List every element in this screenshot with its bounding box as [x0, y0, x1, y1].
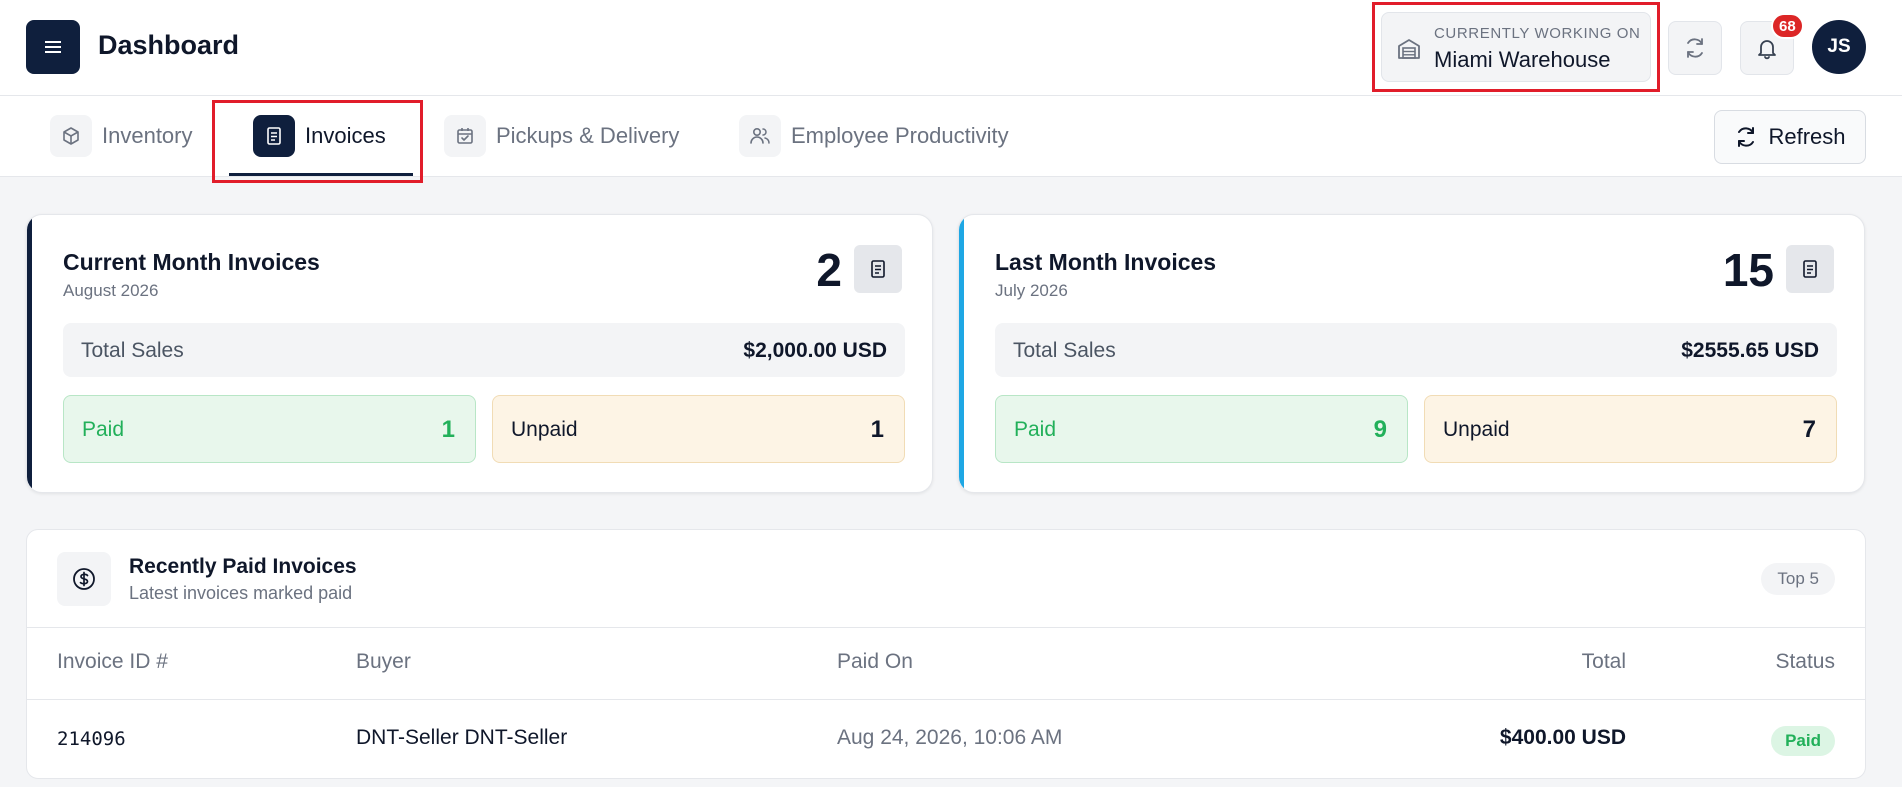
paid-count: 9: [1373, 416, 1387, 443]
paid-label: Paid: [82, 418, 125, 441]
header-divider: [27, 627, 1865, 628]
notification-badge: 68: [1771, 13, 1804, 39]
paid-stat[interactable]: Paid 1: [63, 395, 476, 463]
paid-on-date: Aug 24, 2026, 10:06 AM: [837, 726, 1063, 749]
invoice-icon: [854, 245, 902, 293]
card-period: August 2026: [63, 281, 159, 300]
bell-icon: [1758, 40, 1776, 60]
sync-button[interactable]: [1668, 21, 1722, 75]
calendar-check-icon: [444, 115, 486, 157]
top-count-chip: Top 5: [1761, 563, 1835, 595]
paid-stat[interactable]: Paid 9: [995, 395, 1408, 463]
column-header-total[interactable]: Total: [1582, 650, 1626, 674]
page-title: Dashboard: [98, 30, 240, 60]
last-month-invoices-card: Last Month Invoices July 2026 15 Total S…: [958, 214, 1865, 493]
unpaid-label: Unpaid: [511, 418, 578, 441]
dollar-circle-icon: [57, 552, 111, 606]
tab-employee-productivity[interactable]: Employee Productivity: [739, 96, 1009, 176]
card-title: Last Month Invoices: [995, 249, 1217, 275]
invoice-icon: [1786, 245, 1834, 293]
sync-icon: [1687, 38, 1703, 58]
current-month-invoices-card: Current Month Invoices August 2026 2 Tot…: [26, 214, 933, 493]
refresh-label: Refresh: [1768, 124, 1846, 149]
hamburger-icon: [45, 41, 61, 53]
table-header-divider: [27, 699, 1865, 700]
total-sales-row: Total Sales $2555.65 USD: [995, 323, 1837, 377]
tab-label: Pickups & Delivery: [496, 123, 680, 148]
card-period: July 2026: [995, 281, 1068, 300]
invoices-tab-highlight-box: [212, 100, 423, 183]
status-badge: Paid: [1771, 726, 1835, 756]
unpaid-stat[interactable]: Unpaid 7: [1424, 395, 1837, 463]
users-icon: [739, 115, 781, 157]
refresh-button[interactable]: Refresh: [1714, 110, 1866, 164]
unpaid-count: 1: [870, 416, 884, 443]
column-header-invoice-id[interactable]: Invoice ID #: [57, 650, 168, 674]
recently-paid-invoices-panel: Recently Paid Invoices Latest invoices m…: [26, 529, 1866, 779]
paid-count: 1: [441, 416, 455, 443]
panel-subtitle: Latest invoices marked paid: [129, 583, 353, 603]
column-header-paid-on[interactable]: Paid On: [837, 650, 913, 674]
paid-label: Paid: [1014, 418, 1057, 441]
refresh-icon: [1738, 127, 1755, 147]
total-sales-label: Total Sales: [1013, 339, 1116, 362]
invoice-total: $400.00 USD: [1499, 726, 1626, 749]
total-sales-row: Total Sales $2,000.00 USD: [63, 323, 905, 377]
box-icon: [50, 115, 92, 157]
total-sales-label: Total Sales: [81, 339, 184, 362]
tab-inventory[interactable]: Inventory: [50, 96, 193, 176]
card-title: Current Month Invoices: [63, 249, 320, 275]
column-header-buyer[interactable]: Buyer: [356, 650, 411, 674]
unpaid-label: Unpaid: [1443, 418, 1510, 441]
card-accent-bar: [959, 215, 964, 492]
column-header-status[interactable]: Status: [1775, 650, 1835, 674]
unpaid-stat[interactable]: Unpaid 1: [492, 395, 905, 463]
invoice-id[interactable]: 214096: [57, 728, 126, 750]
total-sales-value: $2555.65 USD: [1681, 339, 1819, 362]
panel-title: Recently Paid Invoices: [129, 555, 357, 578]
invoice-count: 2: [816, 244, 842, 296]
user-avatar[interactable]: JS: [1812, 20, 1866, 74]
top-header: Dashboard CURRENTLY WORKING ON Miami War…: [0, 0, 1902, 96]
card-accent-bar: [27, 215, 32, 492]
total-sales-value: $2,000.00 USD: [743, 339, 887, 362]
invoice-count: 15: [1722, 244, 1774, 296]
buyer-name: DNT-Seller DNT-Seller: [356, 726, 568, 749]
workspace-highlight-box: [1372, 2, 1660, 92]
tab-label: Employee Productivity: [791, 123, 1009, 148]
tab-label: Inventory: [102, 123, 193, 148]
menu-button[interactable]: [26, 20, 80, 74]
unpaid-count: 7: [1802, 416, 1816, 443]
tab-pickups-delivery[interactable]: Pickups & Delivery: [444, 96, 679, 176]
